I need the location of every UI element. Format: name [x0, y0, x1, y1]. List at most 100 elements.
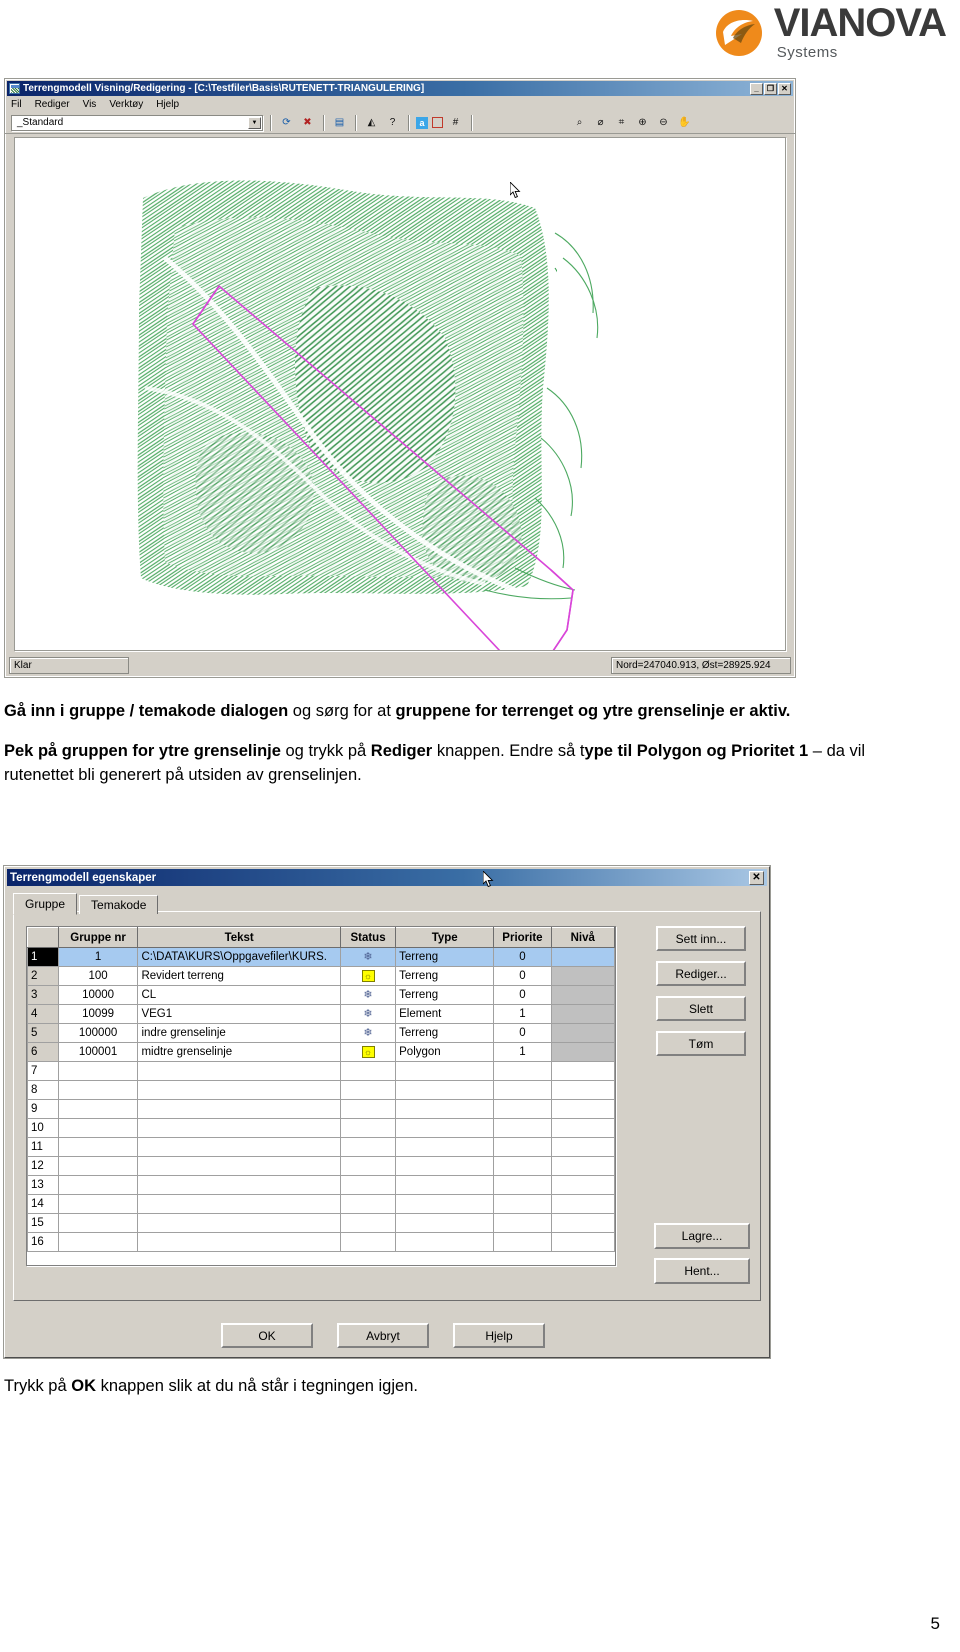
cell-tekst[interactable]: [137, 1118, 341, 1138]
cell-niva[interactable]: [550, 1042, 615, 1062]
cell-tekst[interactable]: [137, 1194, 341, 1214]
cell-tekst[interactable]: [137, 1156, 341, 1176]
cell-type[interactable]: [395, 1061, 495, 1081]
cell-type[interactable]: [395, 1099, 495, 1119]
delete-model-icon[interactable]: ✖: [299, 114, 316, 131]
cell-prioritet[interactable]: [493, 1156, 552, 1176]
zoom-all-icon[interactable]: ⌕: [571, 114, 588, 131]
cell-niva[interactable]: [550, 1232, 615, 1252]
cell-tekst[interactable]: [137, 1061, 341, 1081]
table-row[interactable]: 4 10099 VEG1 ❄ Element 1: [27, 1004, 615, 1024]
cell-type[interactable]: [395, 1194, 495, 1214]
cell-niva[interactable]: [550, 966, 615, 986]
row-number[interactable]: 11: [27, 1137, 59, 1157]
row-number[interactable]: 15: [27, 1213, 59, 1233]
table-row[interactable]: 11: [27, 1137, 615, 1157]
table-row[interactable]: 15: [27, 1213, 615, 1233]
cell-niva[interactable]: [550, 985, 615, 1005]
cell-gruppe-nr[interactable]: 1: [57, 947, 139, 967]
cell-gruppe-nr[interactable]: 100: [57, 966, 139, 986]
cell-prioritet[interactable]: 1: [493, 1042, 552, 1062]
cell-prioritet[interactable]: 1: [493, 1004, 552, 1024]
cell-status[interactable]: ☼: [339, 1042, 397, 1062]
cell-prioritet[interactable]: [493, 1099, 552, 1119]
cell-type[interactable]: Polygon: [395, 1042, 495, 1062]
hatch-icon[interactable]: #: [447, 114, 464, 131]
avbryt-button[interactable]: Avbryt: [337, 1323, 429, 1348]
cell-status[interactable]: ❄: [339, 1004, 397, 1024]
row-number[interactable]: 4: [27, 1004, 59, 1024]
dialog-title-bar[interactable]: Terrengmodell egenskaper ✕: [7, 869, 767, 886]
cell-tekst[interactable]: midtre grenselinje: [137, 1042, 341, 1062]
cell-niva[interactable]: [550, 1156, 615, 1176]
cell-gruppe-nr[interactable]: [57, 1175, 139, 1195]
properties-icon[interactable]: ▤: [331, 114, 348, 131]
cell-niva[interactable]: [550, 1061, 615, 1081]
cell-niva[interactable]: [550, 1004, 615, 1024]
cell-niva[interactable]: [550, 1099, 615, 1119]
cell-type[interactable]: [395, 1137, 495, 1157]
tab-temakode[interactable]: Temakode: [79, 895, 159, 914]
terrain-map-canvas[interactable]: [14, 137, 786, 651]
window-controls[interactable]: _ ❐ ✕: [750, 82, 791, 95]
cell-status[interactable]: [339, 1232, 397, 1252]
sett-inn-button[interactable]: Sett inn...: [656, 926, 746, 951]
cell-type[interactable]: Terreng: [395, 947, 495, 967]
cell-niva[interactable]: [550, 1137, 615, 1157]
annotation-a-icon[interactable]: a: [416, 116, 428, 129]
table-row[interactable]: 14: [27, 1194, 615, 1214]
row-number[interactable]: 3: [27, 985, 59, 1005]
table-row[interactable]: 16: [27, 1232, 615, 1252]
cell-tekst[interactable]: CL: [137, 985, 341, 1005]
table-row[interactable]: 7: [27, 1061, 615, 1081]
dialog-footer-buttons[interactable]: OK Avbryt Hjelp: [5, 1323, 769, 1349]
cell-type[interactable]: [395, 1232, 495, 1252]
cell-status[interactable]: [339, 1099, 397, 1119]
cell-prioritet[interactable]: [493, 1175, 552, 1195]
chevron-down-icon[interactable]: ▼: [248, 116, 261, 129]
header-niva[interactable]: Nivå: [550, 927, 615, 948]
cell-prioritet[interactable]: [493, 1118, 552, 1138]
cell-niva[interactable]: [550, 1213, 615, 1233]
cell-niva[interactable]: [550, 1194, 615, 1214]
cell-type[interactable]: [395, 1080, 495, 1100]
row-number[interactable]: 14: [27, 1194, 59, 1214]
menu-item-vis[interactable]: Vis: [83, 99, 97, 110]
cell-gruppe-nr[interactable]: [57, 1118, 139, 1138]
cell-niva[interactable]: [550, 947, 615, 967]
grid-action-buttons[interactable]: Sett inn... Rediger... Slett Tøm: [656, 926, 746, 1056]
window-title-bar[interactable]: Terrengmodell Visning/Redigering - [C:\T…: [7, 81, 793, 96]
cell-prioritet[interactable]: [493, 1194, 552, 1214]
cell-status[interactable]: [339, 1194, 397, 1214]
cell-status[interactable]: [339, 1156, 397, 1176]
cell-gruppe-nr[interactable]: [57, 1194, 139, 1214]
header-status[interactable]: Status: [339, 927, 397, 948]
cell-prioritet[interactable]: [493, 1232, 552, 1252]
cell-niva[interactable]: [550, 1023, 615, 1043]
table-row[interactable]: 9: [27, 1099, 615, 1119]
table-row[interactable]: 13: [27, 1175, 615, 1195]
table-row[interactable]: 8: [27, 1080, 615, 1100]
dialog-tab-strip[interactable]: Gruppe Temakode: [13, 893, 159, 915]
cell-niva[interactable]: [550, 1175, 615, 1195]
tom-button[interactable]: Tøm: [656, 1031, 746, 1056]
cell-type[interactable]: Terreng: [395, 985, 495, 1005]
file-action-buttons[interactable]: Lagre... Hent...: [654, 1223, 750, 1284]
table-row[interactable]: 10: [27, 1118, 615, 1138]
cell-tekst[interactable]: indre grenselinje: [137, 1023, 341, 1043]
cell-type[interactable]: [395, 1156, 495, 1176]
cell-gruppe-nr[interactable]: 100001: [57, 1042, 139, 1062]
cell-type[interactable]: Element: [395, 1004, 495, 1024]
row-number[interactable]: 8: [27, 1080, 59, 1100]
cell-tekst[interactable]: Revidert terreng: [137, 966, 341, 986]
cell-tekst[interactable]: [137, 1137, 341, 1157]
cell-status[interactable]: [339, 1213, 397, 1233]
row-number[interactable]: 13: [27, 1175, 59, 1195]
grid-frame-icon[interactable]: [432, 117, 443, 128]
cell-status[interactable]: [339, 1080, 397, 1100]
header-gruppe-nr[interactable]: Gruppe nr: [57, 927, 139, 948]
hjelp-button[interactable]: Hjelp: [453, 1323, 545, 1348]
dialog-close-button[interactable]: ✕: [749, 870, 764, 885]
header-type[interactable]: Type: [395, 927, 495, 948]
cell-prioritet[interactable]: [493, 1213, 552, 1233]
